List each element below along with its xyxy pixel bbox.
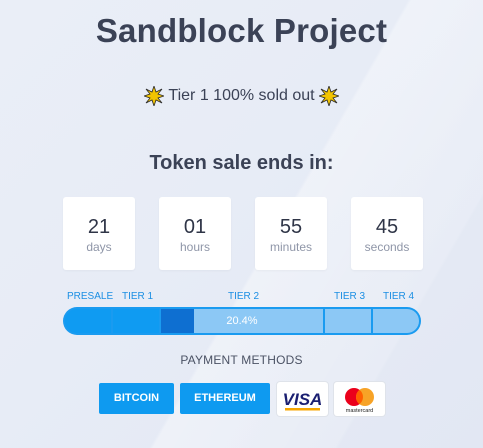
token-sale-progress-bar: 20.4% [63, 307, 421, 335]
countdown-timer: 21 days 01 hours 55 minutes 45 seconds [63, 197, 423, 270]
countdown-minutes: 55 minutes [255, 197, 327, 270]
tier-label-tier2: TIER 2 [228, 291, 260, 302]
progress-percent-label: 20.4% [226, 315, 258, 327]
visa-card-icon[interactable]: VISA [277, 382, 328, 416]
mastercard-icon[interactable]: mastercard [334, 382, 385, 416]
tier-label-tier4: TIER 4 [383, 291, 415, 302]
progress-segment-presale [65, 309, 111, 333]
mastercard-text: mastercard [346, 408, 374, 414]
countdown-value: 45 [375, 216, 399, 238]
progress-segment-tier4 [373, 309, 419, 333]
progress-segment-tier3 [325, 309, 371, 333]
countdown-unit: minutes [269, 240, 313, 254]
countdown-value: 21 [87, 216, 111, 238]
countdown-value: 01 [183, 216, 207, 238]
tier-label-tier3: TIER 3 [334, 291, 366, 302]
payment-methods-heading: PAYMENT METHODS [180, 353, 303, 367]
sparkle-icon [317, 84, 340, 108]
visa-text: VISA [283, 390, 323, 409]
countdown-value: 55 [279, 216, 303, 238]
sparkle-icon [143, 84, 166, 108]
page-title: Sandblock Project [95, 12, 388, 49]
bitcoin-button[interactable]: BITCOIN [99, 383, 174, 414]
countdown-heading: Token sale ends in: [149, 152, 334, 174]
countdown-unit: hours [179, 240, 211, 254]
soldout-text: Tier 1 100% sold out [168, 87, 315, 104]
ethereum-button[interactable]: ETHEREUM [180, 383, 270, 414]
countdown-unit: seconds [364, 240, 410, 254]
countdown-unit: days [86, 240, 112, 254]
countdown-seconds: 45 seconds [351, 197, 423, 270]
soldout-banner: Tier 1 100% sold out [0, 84, 483, 108]
countdown-days: 21 days [63, 197, 135, 270]
tier-label-presale: PRESALE [67, 291, 114, 302]
progress-segment-tier1 [113, 309, 159, 333]
tier-label-tier1: TIER 1 [122, 291, 154, 302]
countdown-hours: 01 hours [159, 197, 231, 270]
